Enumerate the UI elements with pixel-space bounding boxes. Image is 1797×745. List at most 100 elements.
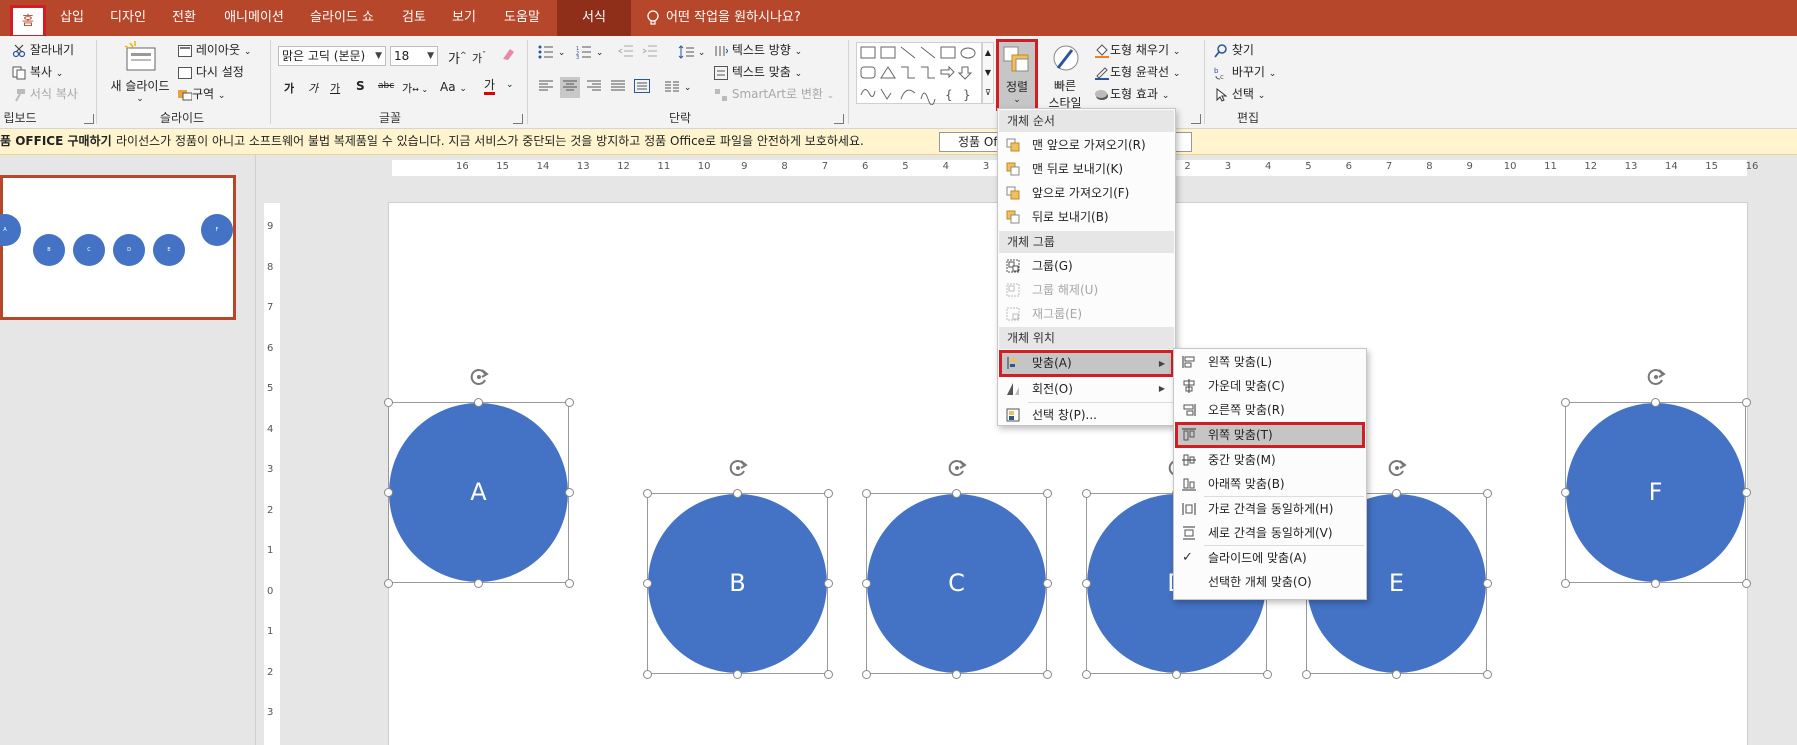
clipboard-launcher-icon[interactable] xyxy=(84,114,94,124)
tab-review[interactable]: 검토 xyxy=(394,0,434,36)
numbering-button[interactable]: 123 ⌄ xyxy=(576,44,603,59)
circle-shape-b[interactable]: B xyxy=(648,494,827,673)
resize-handle[interactable] xyxy=(1482,488,1492,498)
text-direction-button[interactable]: 텍스트 방향 ⌄ xyxy=(714,41,802,58)
format-painter-button[interactable]: 서식 복사 xyxy=(12,85,78,102)
font-name-combo[interactable]: 맑은 고딕 (본문) ▼ xyxy=(278,46,386,66)
resize-handle[interactable] xyxy=(1042,579,1052,588)
font-color-button[interactable]: 가 xyxy=(484,78,496,95)
resize-handle[interactable] xyxy=(1560,488,1570,497)
resize-handle[interactable] xyxy=(383,578,393,588)
rotate-item[interactable]: 회전(O) ▶ xyxy=(999,377,1174,401)
increase-indent-icon[interactable] xyxy=(642,44,658,61)
resize-handle[interactable] xyxy=(564,578,574,588)
resize-handle[interactable] xyxy=(1042,669,1052,679)
rotate-handle-icon[interactable] xyxy=(468,366,490,388)
align-right-icon[interactable] xyxy=(586,79,602,96)
columns-button[interactable]: ⌄ xyxy=(664,79,691,94)
resize-handle[interactable] xyxy=(952,488,961,498)
info-bar-title[interactable]: 품 OFFICE 구매하기 xyxy=(0,129,112,154)
resize-handle[interactable] xyxy=(642,579,652,588)
resize-handle[interactable] xyxy=(1741,578,1751,588)
layout-button[interactable]: 레이아웃 ⌄ xyxy=(178,41,251,58)
resize-handle[interactable] xyxy=(1482,669,1492,679)
rotate-handle-icon[interactable] xyxy=(1645,366,1667,388)
font-size-combo[interactable]: 18 ▼ xyxy=(390,46,438,66)
resize-handle[interactable] xyxy=(564,488,574,497)
change-case-button[interactable]: Aa ⌄ xyxy=(440,80,467,94)
arrange-button[interactable]: 정렬 ⌄ xyxy=(996,39,1038,111)
distribute-horizontally-item[interactable]: 가로 간격을 동일하게(H) xyxy=(1175,497,1365,521)
resize-handle[interactable] xyxy=(564,397,574,407)
align-selected-objects-item[interactable]: 선택한 개체 맞춤(O) xyxy=(1175,570,1365,594)
justify-icon[interactable] xyxy=(610,79,626,96)
resize-handle[interactable] xyxy=(733,488,742,498)
regroup-item[interactable]: 재그룹(E) xyxy=(999,302,1174,326)
rotate-handle-icon[interactable] xyxy=(1386,457,1408,479)
tab-transitions[interactable]: 전환 xyxy=(162,0,206,36)
resize-handle[interactable] xyxy=(1651,397,1660,407)
align-to-slide-item[interactable]: ✓ 슬라이드에 맞춤(A) xyxy=(1175,546,1365,570)
gallery-scroll[interactable]: ▲ ▼ ⊽ xyxy=(982,42,994,104)
resize-handle[interactable] xyxy=(861,488,871,498)
align-text-button[interactable]: 텍스트 맞춤 ⌄ xyxy=(714,63,802,80)
char-spacing-button[interactable]: 가↔ ⌄ xyxy=(402,80,428,96)
resize-handle[interactable] xyxy=(952,669,961,679)
align-middle-item[interactable]: 중간 맞춤(M) xyxy=(1175,448,1365,472)
resize-handle[interactable] xyxy=(642,669,652,679)
send-backward-item[interactable]: 뒤로 보내기(B) xyxy=(999,205,1174,229)
copy-button[interactable]: 복사 ⌄ xyxy=(12,63,63,80)
slide-thumbnail[interactable]: A B C D E F xyxy=(0,175,236,320)
resize-handle[interactable] xyxy=(383,397,393,407)
drawing-launcher-icon[interactable] xyxy=(1191,114,1201,124)
decrease-indent-icon[interactable] xyxy=(618,44,634,61)
resize-handle[interactable] xyxy=(861,669,871,679)
resize-handle[interactable] xyxy=(1081,669,1091,679)
resize-handle[interactable] xyxy=(474,397,483,407)
send-to-back-item[interactable]: 맨 뒤로 보내기(K) xyxy=(999,157,1174,181)
resize-handle[interactable] xyxy=(1651,578,1660,588)
resize-handle[interactable] xyxy=(1392,669,1401,679)
shapes-gallery[interactable]: { } xyxy=(856,42,982,106)
tab-animations[interactable]: 애니메이션 xyxy=(218,0,290,36)
resize-handle[interactable] xyxy=(1392,488,1401,498)
resize-handle[interactable] xyxy=(823,669,833,679)
align-bottom-item[interactable]: 아래쪽 맞춤(B) xyxy=(1175,472,1365,496)
resize-handle[interactable] xyxy=(383,488,393,497)
quick-styles-button[interactable]: 빠른 스타일 xyxy=(1040,42,1090,111)
cut-button[interactable]: 잘라내기 xyxy=(12,41,74,58)
tab-home[interactable]: 홈 xyxy=(10,5,46,38)
rotate-handle-icon[interactable] xyxy=(727,457,749,479)
resize-handle[interactable] xyxy=(823,488,833,498)
resize-handle[interactable] xyxy=(1262,669,1272,679)
resize-handle[interactable] xyxy=(1081,579,1091,588)
distribute-vertically-item[interactable]: 세로 간격을 동일하게(V) xyxy=(1175,521,1365,545)
resize-handle[interactable] xyxy=(823,579,833,588)
tab-view[interactable]: 보기 xyxy=(444,0,484,36)
select-button[interactable]: 선택 ⌄ xyxy=(1214,85,1265,102)
resize-handle[interactable] xyxy=(861,579,871,588)
selection-pane-item[interactable]: 선택 창(P)... xyxy=(999,403,1174,427)
bring-to-front-item[interactable]: 맨 앞으로 가져오기(R) xyxy=(999,133,1174,157)
rotate-handle-icon[interactable] xyxy=(946,457,968,479)
distributed-icon[interactable] xyxy=(634,79,650,96)
resize-handle[interactable] xyxy=(1741,397,1751,407)
tab-slideshow[interactable]: 슬라이드 쇼 xyxy=(302,0,382,36)
resize-handle[interactable] xyxy=(1482,579,1492,588)
resize-handle[interactable] xyxy=(1081,488,1091,498)
chevron-down-icon[interactable]: ⌄ xyxy=(506,80,514,90)
tab-help[interactable]: 도움말 xyxy=(496,0,548,36)
find-button[interactable]: 찾기 xyxy=(1214,41,1254,58)
bring-forward-item[interactable]: 앞으로 가져오기(F) xyxy=(999,181,1174,205)
line-spacing-button[interactable]: ⌄ xyxy=(678,44,705,59)
bold-button[interactable]: 가 xyxy=(284,80,294,96)
align-left-item[interactable]: 왼쪽 맞춤(L) xyxy=(1175,350,1365,374)
shape-fill-button[interactable]: 도형 채우기 ⌄ xyxy=(1094,41,1180,58)
tell-me-search[interactable]: 어떤 작업을 원하시나요? xyxy=(646,0,801,36)
reset-button[interactable]: 다시 설정 xyxy=(178,63,244,80)
resize-handle[interactable] xyxy=(1042,488,1052,498)
tab-insert[interactable]: 삽입 xyxy=(52,0,92,36)
resize-handle[interactable] xyxy=(1560,397,1570,407)
paragraph-launcher-icon[interactable] xyxy=(834,114,844,124)
resize-handle[interactable] xyxy=(1172,669,1181,679)
